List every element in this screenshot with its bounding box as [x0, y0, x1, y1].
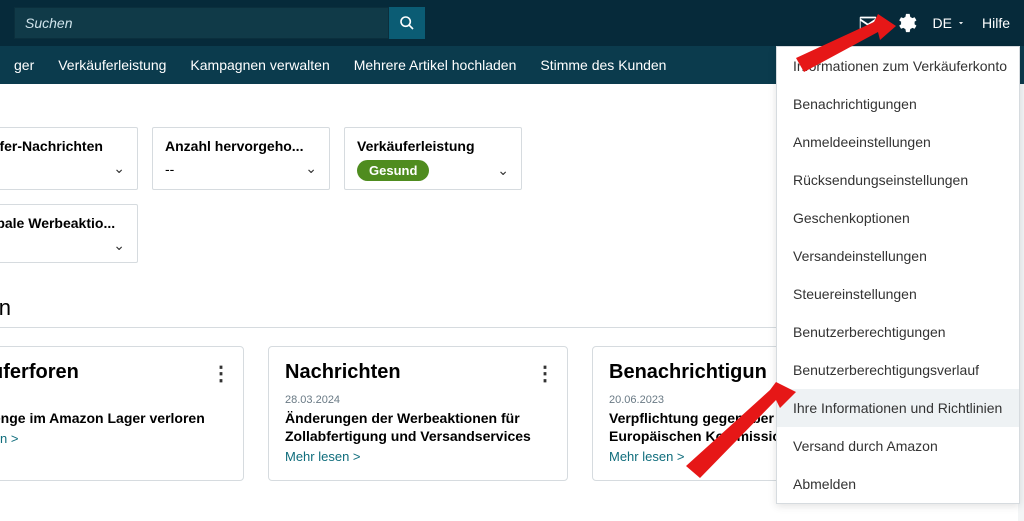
nav-item[interactable]: Kampagnen verwalten [190, 57, 329, 73]
news-more-link[interactable]: Mehr lesen > [285, 449, 361, 464]
help-link[interactable]: Hilfe [982, 15, 1010, 31]
dropdown-item[interactable]: Versandeinstellungen [777, 237, 1019, 275]
news-more-link[interactable]: Mehr lesen > [609, 449, 685, 464]
news-heading: Nachrichten [285, 361, 551, 384]
dropdown-item[interactable]: Benachrichtigungen [777, 85, 1019, 123]
search-wrap [14, 7, 425, 39]
news-date: 3.2024 [0, 394, 227, 406]
mail-icon[interactable] [857, 12, 879, 34]
search-icon [396, 12, 418, 34]
metric-value: -- [165, 161, 174, 177]
metric-title: Anzahl hervorgeho... [165, 138, 317, 154]
nav-item[interactable]: Mehrere Artikel hochladen [354, 57, 517, 73]
chevron-down-icon: ⌄ [305, 160, 317, 177]
status-badge: Gesund [357, 160, 429, 181]
metric-card[interactable]: Globale Werbeaktio... -- ⌄ [0, 204, 138, 263]
dropdown-item[interactable]: Abmelden [777, 465, 1019, 503]
metric-title: Globale Werbeaktio... [0, 215, 125, 231]
kebab-icon[interactable]: ⋮ [535, 361, 555, 386]
news-card: ⋮ Nachrichten 28.03.2024 Änderungen der … [268, 346, 568, 481]
dropdown-item[interactable]: Steuereinstellungen [777, 275, 1019, 313]
search-input[interactable] [14, 7, 389, 39]
news-title: Änderungen der Werbeaktionen für Zollabf… [285, 409, 551, 445]
dropdown-item[interactable]: Anmeldeeinstellungen [777, 123, 1019, 161]
dropdown-item[interactable]: Geschenkoptionen [777, 199, 1019, 237]
top-bar: DE Hilfe [0, 0, 1024, 46]
news-title: ße Menge im Amazon Lager verloren [0, 409, 227, 427]
language-selector[interactable]: DE [933, 15, 966, 31]
chevron-down-icon [956, 15, 966, 31]
nav-item[interactable]: Verkäuferleistung [58, 57, 166, 73]
metric-card[interactable]: Verkäuferleistung Gesund ⌄ [344, 127, 522, 190]
search-button[interactable] [389, 7, 425, 39]
metric-title: Verkäuferleistung [357, 138, 509, 154]
metric-card[interactable]: Anzahl hervorgeho... -- ⌄ [152, 127, 330, 190]
dropdown-item[interactable]: Informationen zum Verkäuferkonto [777, 47, 1019, 85]
chevron-down-icon: ⌄ [113, 237, 125, 254]
header-right: DE Hilfe [857, 12, 1010, 34]
settings-dropdown: Informationen zum Verkäuferkonto Benachr… [776, 46, 1020, 504]
dropdown-item[interactable]: Versand durch Amazon [777, 427, 1019, 465]
metric-card[interactable]: Käufer-Nachrichten 0 ⌄ [0, 127, 138, 190]
news-date: 28.03.2024 [285, 394, 551, 406]
chevron-down-icon: ⌄ [113, 160, 125, 177]
nav-item[interactable]: Stimme des Kunden [540, 57, 666, 73]
news-heading: rkäuferforen [0, 361, 227, 384]
metric-title: Käufer-Nachrichten [0, 138, 125, 154]
news-more-link[interactable]: hr lesen > [0, 431, 18, 446]
dropdown-item[interactable]: Benutzerberechtigungen [777, 313, 1019, 351]
language-label: DE [933, 15, 952, 31]
dropdown-item[interactable]: Benutzerberechtigungsverlauf [777, 351, 1019, 389]
dropdown-item[interactable]: Ihre Informationen und Richtlinien [777, 389, 1019, 427]
gear-icon[interactable] [895, 12, 917, 34]
chevron-down-icon: ⌄ [497, 162, 509, 179]
kebab-icon[interactable]: ⋮ [211, 361, 231, 386]
dropdown-item[interactable]: Rücksendungseinstellungen [777, 161, 1019, 199]
news-card: ⋮ rkäuferforen 3.2024 ße Menge im Amazon… [0, 346, 244, 481]
nav-item[interactable]: ger [14, 57, 34, 73]
